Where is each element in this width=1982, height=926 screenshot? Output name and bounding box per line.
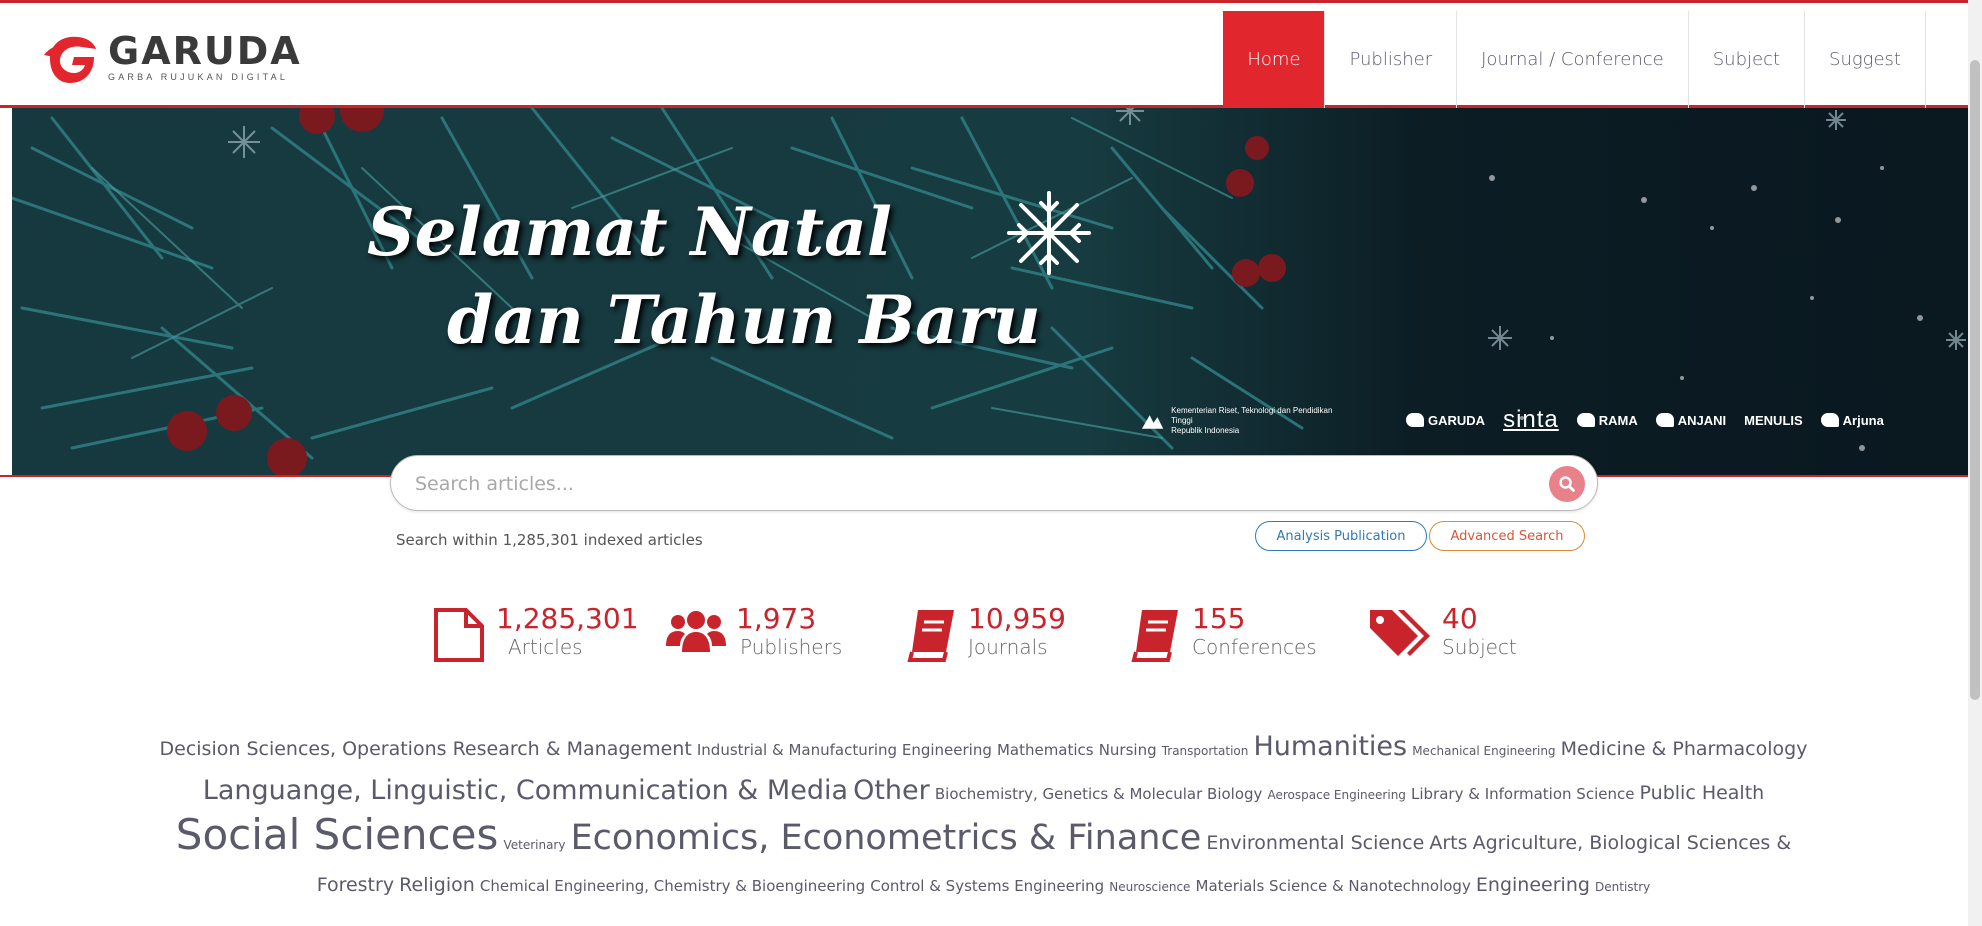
nav-publisher[interactable]: Publisher xyxy=(1324,11,1456,108)
stat-conferences-value: 155 xyxy=(1192,602,1246,635)
subject-tag[interactable]: Medicine & Pharmacology xyxy=(1561,738,1808,760)
stat-journals[interactable]: 10,959 Journals xyxy=(906,604,1066,664)
subject-tag[interactable]: Aerospace Engineering xyxy=(1268,788,1406,802)
partner-logos: GARUDA sinta RAMA ANJANI MENULIS Arjuna xyxy=(1406,406,1884,434)
partner-sinta: sinta xyxy=(1503,406,1559,433)
subject-tag[interactable]: Neuroscience xyxy=(1109,880,1190,894)
search-button[interactable] xyxy=(1549,466,1585,502)
tags-icon xyxy=(1370,610,1430,656)
search-icon xyxy=(1559,476,1575,492)
banner-title-line2: dan Tahun Baru xyxy=(447,281,1041,359)
stat-journals-label: Journals xyxy=(968,635,1048,659)
subject-tag[interactable]: Economics, Econometrics & Finance xyxy=(571,818,1202,858)
partner-anjani: ANJANI xyxy=(1655,413,1726,428)
arjuna-mini-icon xyxy=(1820,413,1839,427)
anjani-mini-icon xyxy=(1655,413,1674,427)
subject-tag[interactable]: Engineering xyxy=(1476,874,1590,896)
subject-tag[interactable]: Mathematics xyxy=(997,741,1094,759)
subject-tag-cloud: Decision Sciences, Operations Research &… xyxy=(150,727,1817,907)
ministry-emblem-icon xyxy=(1141,415,1164,429)
stat-articles-value: 1,285,301 xyxy=(496,602,639,635)
stat-journals-value: 10,959 xyxy=(968,602,1066,635)
banner-title-line1: Selamat Natal xyxy=(367,193,892,271)
subject-tag[interactable]: Industrial & Manufacturing Engineering xyxy=(697,741,992,759)
stat-subject[interactable]: 40 Subject xyxy=(1368,604,1517,660)
advanced-search-button[interactable]: Advanced Search xyxy=(1429,521,1585,551)
subject-tag[interactable]: Other xyxy=(853,775,930,806)
indexed-count-text: Search within 1,285,301 indexed articles xyxy=(396,531,703,549)
users-icon xyxy=(666,611,726,652)
subject-tag[interactable]: Public Health xyxy=(1640,782,1765,804)
document-icon xyxy=(434,608,484,662)
site-header: GARUDA GARBA RUJUKAN DIGITAL Home Publis… xyxy=(0,3,1982,108)
subject-tag[interactable]: Languange, Linguistic, Communication & M… xyxy=(203,775,848,806)
nav-suggest[interactable]: Suggest xyxy=(1804,11,1926,108)
subject-tag[interactable]: Religion xyxy=(399,874,475,896)
rama-mini-icon xyxy=(1576,413,1595,427)
scrollbar-thumb[interactable] xyxy=(1970,60,1980,700)
book-icon xyxy=(1131,610,1178,662)
subject-tag[interactable]: Arts xyxy=(1429,832,1467,854)
nav-home[interactable]: Home xyxy=(1223,11,1325,108)
subject-tag[interactable]: Chemical Engineering, Chemistry & Bioeng… xyxy=(480,877,865,895)
stat-publishers-value: 1,973 xyxy=(736,602,817,635)
analysis-publication-button[interactable]: Analysis Publication xyxy=(1255,521,1427,551)
garuda-logo-icon xyxy=(44,36,96,83)
subject-tag[interactable]: Social Sciences xyxy=(176,810,499,859)
stat-publishers-label: Publishers xyxy=(740,635,843,659)
partner-rama: RAMA xyxy=(1576,413,1638,428)
subject-tag[interactable]: Library & Information Science xyxy=(1411,785,1634,803)
nav-journal-conference[interactable]: Journal / Conference xyxy=(1456,11,1688,108)
stat-conferences-label: Conferences xyxy=(1192,635,1317,659)
subject-tag[interactable]: Veterinary xyxy=(503,838,565,852)
stat-publishers[interactable]: 1,973 Publishers xyxy=(666,604,842,664)
subject-tag[interactable]: Materials Science & Nanotechnology xyxy=(1196,877,1471,895)
stat-conferences[interactable]: 155 Conferences xyxy=(1130,604,1317,664)
banner-greeting: Selamat Natal dan Tahun Baru xyxy=(367,188,1041,364)
logo-tagline: GARBA RUJUKAN DIGITAL xyxy=(108,72,289,82)
book-icon xyxy=(907,610,954,662)
ministry-country: Republik Indonesia xyxy=(1171,426,1240,435)
page-scrollbar[interactable] xyxy=(1968,0,1982,926)
stat-subject-label: Subject xyxy=(1442,635,1517,659)
subject-tag[interactable]: Nursing xyxy=(1099,741,1157,759)
christmas-banner: Selamat Natal dan Tahun Baru Kementerian… xyxy=(12,108,1968,475)
main-nav: Home Publisher Journal / Conference Subj… xyxy=(1223,11,1926,108)
stat-articles[interactable]: 1,285,301 Articles xyxy=(432,604,639,664)
subject-tag[interactable]: Biochemistry, Genetics & Molecular Biolo… xyxy=(935,785,1263,803)
subject-tag[interactable]: Decision Sciences, Operations Research &… xyxy=(160,738,692,760)
stat-articles-label: Articles xyxy=(508,635,583,659)
subject-tag[interactable]: Control & Systems Engineering xyxy=(870,877,1104,895)
search-input[interactable] xyxy=(413,456,1517,512)
garuda-logo[interactable]: GARUDA GARBA RUJUKAN DIGITAL xyxy=(42,29,302,85)
partner-menulis: MENULIS xyxy=(1744,412,1803,428)
ministry-logo: Kementerian Riset, Teknologi dan Pendidi… xyxy=(1140,406,1350,436)
subject-tag[interactable]: Environmental Science xyxy=(1206,832,1424,854)
partner-garuda: GARUDA xyxy=(1406,413,1485,428)
stat-subject-value: 40 xyxy=(1442,602,1478,635)
partner-arjuna: Arjuna xyxy=(1820,413,1884,428)
logo-title: GARUDA xyxy=(108,29,302,73)
subject-tag[interactable]: Dentistry xyxy=(1595,880,1650,894)
search-box xyxy=(390,455,1598,512)
subject-tag[interactable]: Mechanical Engineering xyxy=(1412,744,1555,758)
subject-tag[interactable]: Humanities xyxy=(1253,731,1407,762)
garuda-mini-icon xyxy=(1406,413,1424,427)
subject-tag[interactable]: Transportation xyxy=(1162,744,1249,758)
ministry-name: Kementerian Riset, Teknologi dan Pendidi… xyxy=(1171,406,1333,425)
nav-subject[interactable]: Subject xyxy=(1687,11,1804,108)
